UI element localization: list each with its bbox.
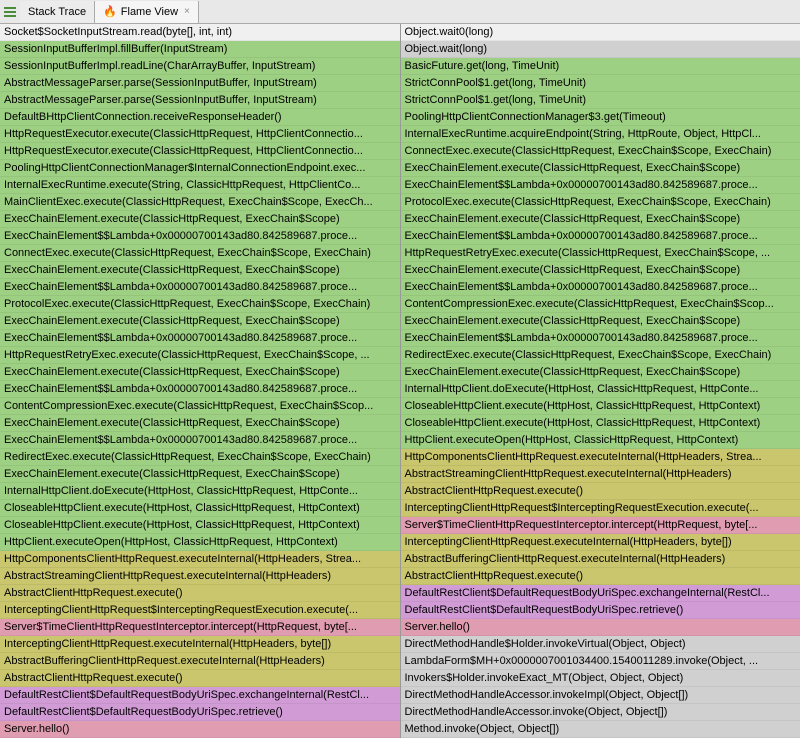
stack-frame[interactable]: DirectMethodHandle$Holder.invokeVirtual(… xyxy=(401,636,800,653)
stack-frame[interactable]: AbstractClientHttpRequest.execute() xyxy=(0,585,400,602)
stack-frame[interactable]: ExecChainElement$$Lambda+0x00000700143ad… xyxy=(0,432,400,449)
stack-frame[interactable]: InterceptingClientHttpRequest.executeInt… xyxy=(401,534,800,551)
stack-frame[interactable]: ConnectExec.execute(ClassicHttpRequest, … xyxy=(0,245,400,262)
stack-frame[interactable]: ExecChainElement.execute(ClassicHttpRequ… xyxy=(0,415,400,432)
stack-frame[interactable]: HttpClient.executeOpen(HttpHost, Classic… xyxy=(0,534,400,551)
stack-frame[interactable]: MainClientExec.execute(ClassicHttpReques… xyxy=(0,194,400,211)
stack-frame[interactable]: DefaultRestClient$DefaultRequestBodyUriS… xyxy=(401,602,800,619)
stack-frame[interactable]: AbstractMessageParser.parse(SessionInput… xyxy=(0,92,400,109)
stack-frame[interactable]: CloseableHttpClient.execute(HttpHost, Cl… xyxy=(401,398,800,415)
menu-icon[interactable] xyxy=(0,2,20,22)
stack-frame[interactable]: HttpRequestRetryExec.execute(ClassicHttp… xyxy=(401,245,800,262)
stack-frame[interactable]: ExecChainElement.execute(ClassicHttpRequ… xyxy=(0,313,400,330)
stack-frame[interactable]: ExecChainElement$$Lambda+0x00000700143ad… xyxy=(0,279,400,296)
stack-frame[interactable]: InternalHttpClient.doExecute(HttpHost, C… xyxy=(0,483,400,500)
stack-frame[interactable]: BasicFuture.get(long, TimeUnit) xyxy=(401,58,800,75)
stack-frame[interactable]: AbstractStreamingClientHttpRequest.execu… xyxy=(0,568,400,585)
stack-frame[interactable]: ExecChainElement.execute(ClassicHttpRequ… xyxy=(0,466,400,483)
stack-frame[interactable]: DefaultRestClient$DefaultRequestBodyUriS… xyxy=(0,704,400,721)
tab-stack-trace[interactable]: Stack Trace xyxy=(20,1,95,23)
stack-frame[interactable]: ExecChainElement.execute(ClassicHttpRequ… xyxy=(0,262,400,279)
stack-frame[interactable]: Method.invoke(Object, Object[]) xyxy=(401,721,800,738)
stack-frame[interactable]: CloseableHttpClient.execute(HttpHost, Cl… xyxy=(0,500,400,517)
stack-frame[interactable]: CloseableHttpClient.execute(HttpHost, Cl… xyxy=(401,415,800,432)
stack-frame[interactable]: DefaultRestClient$DefaultRequestBodyUriS… xyxy=(0,687,400,704)
stack-frame[interactable]: ExecChainElement.execute(ClassicHttpRequ… xyxy=(401,364,800,381)
close-icon[interactable]: × xyxy=(184,6,190,17)
stack-frame[interactable]: ContentCompressionExec.execute(ClassicHt… xyxy=(0,398,400,415)
tab-label: Stack Trace xyxy=(28,6,86,18)
stack-frame[interactable]: SessionInputBufferImpl.fillBuffer(InputS… xyxy=(0,41,400,58)
stack-frame[interactable]: HttpComponentsClientHttpRequest.executeI… xyxy=(0,551,400,568)
stack-frame[interactable]: ExecChainElement$$Lambda+0x00000700143ad… xyxy=(401,228,800,245)
stack-frame[interactable]: ExecChainElement.execute(ClassicHttpRequ… xyxy=(401,211,800,228)
stack-frame[interactable]: AbstractClientHttpRequest.execute() xyxy=(401,483,800,500)
stack-frame[interactable]: Server$TimeClientHttpRequestInterceptor.… xyxy=(0,619,400,636)
stack-frame[interactable]: Socket$SocketInputStream.read(byte[], in… xyxy=(0,24,400,41)
stack-frame[interactable]: AbstractClientHttpRequest.execute() xyxy=(401,568,800,585)
tab-flame-view[interactable]: 🔥 Flame View × xyxy=(95,1,199,23)
stack-frame[interactable]: HttpRequestRetryExec.execute(ClassicHttp… xyxy=(0,347,400,364)
stack-frame[interactable]: SessionInputBufferImpl.readLine(CharArra… xyxy=(0,58,400,75)
stack-frame[interactable]: StrictConnPool$1.get(long, TimeUnit) xyxy=(401,75,800,92)
stack-frame[interactable]: ProtocolExec.execute(ClassicHttpRequest,… xyxy=(0,296,400,313)
stack-frame[interactable]: DirectMethodHandleAccessor.invoke(Object… xyxy=(401,704,800,721)
stack-frame[interactable]: InterceptingClientHttpRequest.executeInt… xyxy=(0,636,400,653)
stack-frame[interactable]: CloseableHttpClient.execute(HttpHost, Cl… xyxy=(0,517,400,534)
stack-column-left: Socket$SocketInputStream.read(byte[], in… xyxy=(0,24,401,738)
stack-frame[interactable]: ExecChainElement$$Lambda+0x00000700143ad… xyxy=(0,330,400,347)
stack-frame[interactable]: AbstractBufferingClientHttpRequest.execu… xyxy=(401,551,800,568)
stack-frame[interactable]: Server.hello() xyxy=(401,619,800,636)
stack-frame[interactable]: ExecChainElement.execute(ClassicHttpRequ… xyxy=(401,313,800,330)
stack-frame[interactable]: ExecChainElement$$Lambda+0x00000700143ad… xyxy=(0,228,400,245)
stack-frame[interactable]: ProtocolExec.execute(ClassicHttpRequest,… xyxy=(401,194,800,211)
stack-frame[interactable]: InternalExecRuntime.execute(String, Clas… xyxy=(0,177,400,194)
stack-frame[interactable]: PoolingHttpClientConnectionManager$Inter… xyxy=(0,160,400,177)
stack-frame[interactable]: HttpRequestExecutor.execute(ClassicHttpR… xyxy=(0,143,400,160)
stack-frame[interactable]: InterceptingClientHttpRequest$Intercepti… xyxy=(0,602,400,619)
stack-frame[interactable]: ExecChainElement$$Lambda+0x00000700143ad… xyxy=(401,177,800,194)
stack-frame[interactable]: LambdaForm$MH+0x0000007001034400.1540011… xyxy=(401,653,800,670)
stack-frame[interactable]: InterceptingClientHttpRequest$Intercepti… xyxy=(401,500,800,517)
flame-grid: Socket$SocketInputStream.read(byte[], in… xyxy=(0,24,800,738)
stack-frame[interactable]: ExecChainElement.execute(ClassicHttpRequ… xyxy=(401,160,800,177)
stack-frame[interactable]: ContentCompressionExec.execute(ClassicHt… xyxy=(401,296,800,313)
stack-frame[interactable]: ConnectExec.execute(ClassicHttpRequest, … xyxy=(401,143,800,160)
stack-frame[interactable]: ExecChainElement$$Lambda+0x00000700143ad… xyxy=(401,279,800,296)
stack-frame[interactable]: Server$TimeClientHttpRequestInterceptor.… xyxy=(401,517,800,534)
stack-frame[interactable]: RedirectExec.execute(ClassicHttpRequest,… xyxy=(401,347,800,364)
stack-frame[interactable]: AbstractClientHttpRequest.execute() xyxy=(0,670,400,687)
stack-frame[interactable]: DefaultBHttpClientConnection.receiveResp… xyxy=(0,109,400,126)
stack-frame[interactable]: InternalHttpClient.doExecute(HttpHost, C… xyxy=(401,381,800,398)
stack-frame[interactable]: ExecChainElement$$Lambda+0x00000700143ad… xyxy=(401,330,800,347)
stack-frame[interactable]: StrictConnPool$1.get(long, TimeUnit) xyxy=(401,92,800,109)
stack-frame[interactable]: Server.hello() xyxy=(0,721,400,738)
stack-frame[interactable]: DefaultRestClient$DefaultRequestBodyUriS… xyxy=(401,585,800,602)
stack-column-right: Object.wait0(long)Object.wait(long)Basic… xyxy=(401,24,800,738)
tab-bar: Stack Trace 🔥 Flame View × xyxy=(0,0,800,24)
stack-frame[interactable]: ExecChainElement$$Lambda+0x00000700143ad… xyxy=(0,381,400,398)
tab-label: Flame View xyxy=(121,6,178,18)
stack-frame[interactable]: HttpClient.executeOpen(HttpHost, Classic… xyxy=(401,432,800,449)
stack-frame[interactable]: Object.wait(long) xyxy=(401,41,800,58)
stack-frame[interactable]: DirectMethodHandleAccessor.invokeImpl(Ob… xyxy=(401,687,800,704)
stack-frame[interactable]: ExecChainElement.execute(ClassicHttpRequ… xyxy=(401,262,800,279)
stack-frame[interactable]: PoolingHttpClientConnectionManager$3.get… xyxy=(401,109,800,126)
stack-frame[interactable]: AbstractStreamingClientHttpRequest.execu… xyxy=(401,466,800,483)
stack-frame[interactable]: HttpRequestExecutor.execute(ClassicHttpR… xyxy=(0,126,400,143)
stack-frame[interactable]: Object.wait0(long) xyxy=(401,24,800,41)
stack-frame[interactable]: RedirectExec.execute(ClassicHttpRequest,… xyxy=(0,449,400,466)
stack-frame[interactable]: AbstractBufferingClientHttpRequest.execu… xyxy=(0,653,400,670)
stack-frame[interactable]: ExecChainElement.execute(ClassicHttpRequ… xyxy=(0,211,400,228)
stack-frame[interactable]: ExecChainElement.execute(ClassicHttpRequ… xyxy=(0,364,400,381)
stack-frame[interactable]: AbstractMessageParser.parse(SessionInput… xyxy=(0,75,400,92)
stack-frame[interactable]: InternalExecRuntime.acquireEndpoint(Stri… xyxy=(401,126,800,143)
stack-frame[interactable]: Invokers$Holder.invokeExact_MT(Object, O… xyxy=(401,670,800,687)
stack-frame[interactable]: HttpComponentsClientHttpRequest.executeI… xyxy=(401,449,800,466)
flame-icon: 🔥 xyxy=(103,5,117,18)
